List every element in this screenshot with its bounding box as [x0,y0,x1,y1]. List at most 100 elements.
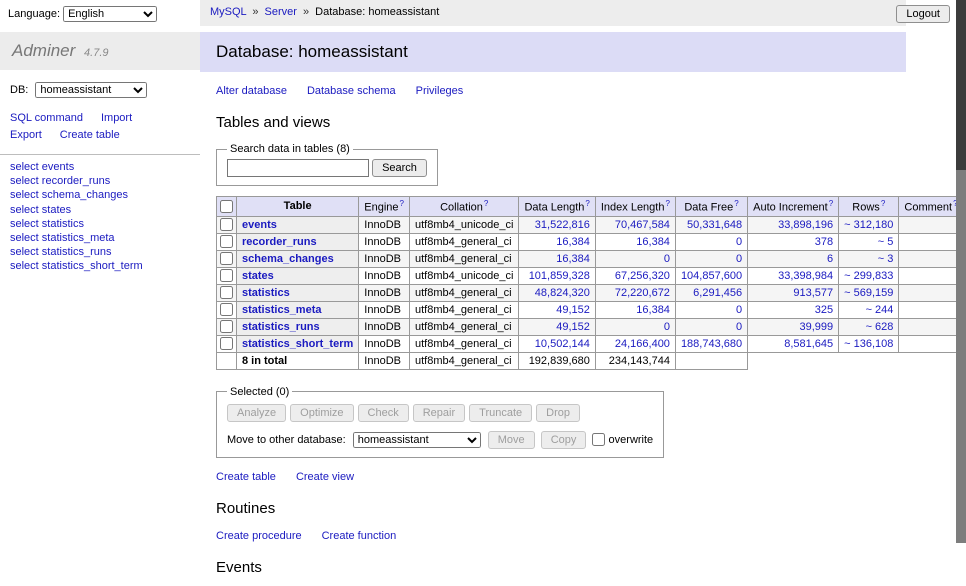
create-procedure-link[interactable]: Create procedure [216,530,302,542]
breadcrumb-server-link[interactable]: Server [265,6,297,18]
select-statistics-link[interactable]: select statistics [10,218,190,231]
database-schema-link[interactable]: Database schema [307,85,396,97]
cell-index-length: 70,467,584 [595,216,675,233]
check-button[interactable]: Check [358,404,409,422]
cell-data-free: 104,857,600 [675,267,747,284]
select-states-link[interactable]: select states [10,204,190,217]
logout-button[interactable]: Logout [896,5,950,23]
row-select-cell [217,250,237,267]
export-link[interactable]: Export [10,129,42,141]
table-name-link[interactable]: schema_changes [242,253,334,265]
copy-button[interactable]: Copy [541,431,587,449]
table-row: statesInnoDButf8mb4_unicode_ci101,859,32… [217,267,964,284]
cell-data-length: 10,502,144 [519,335,595,352]
table-name-link[interactable]: statistics [242,287,290,299]
create-function-link[interactable]: Create function [322,530,397,542]
drop-button[interactable]: Drop [536,404,580,422]
cell-collation: utf8mb4_unicode_ci [410,216,519,233]
column-header-comment: Comment? [899,197,963,217]
import-link[interactable]: Import [101,112,132,124]
scrollbar-thumb[interactable] [956,0,966,170]
totals-collation: utf8mb4_general_ci [410,352,519,369]
privileges-link[interactable]: Privileges [416,85,464,97]
create-table-link[interactable]: Create table [60,129,120,141]
column-help-link[interactable]: ? [585,199,589,208]
row-checkbox[interactable] [220,218,233,231]
alter-database-link[interactable]: Alter database [216,85,287,97]
row-select-cell [217,318,237,335]
search-button[interactable]: Search [372,159,427,177]
column-help-link[interactable]: ? [484,199,488,208]
column-help-link[interactable]: ? [400,199,404,208]
move-button[interactable]: Move [488,431,535,449]
totals-data-length: 192,839,680 [519,352,595,369]
column-help-link[interactable]: ? [881,199,885,208]
analyze-button[interactable]: Analyze [227,404,286,422]
tables-foot: 8 in totalInnoDButf8mb4_general_ci192,83… [217,352,964,369]
row-checkbox[interactable] [220,252,233,265]
select-schema-changes-link[interactable]: select schema_changes [10,189,190,202]
table-name-link[interactable]: statistics_runs [242,321,320,333]
tables-table: TableEngine?Collation?Data Length?Index … [216,196,964,370]
create-table-link[interactable]: Create table [216,471,276,483]
cell-comment [899,284,963,301]
language-bar: Language: English [0,0,200,28]
select-statistics-runs-link[interactable]: select statistics_runs [10,246,190,259]
column-header-index-length: Index Length? [595,197,675,217]
row-checkbox[interactable] [220,269,233,282]
table-name-cell: statistics_runs [237,318,359,335]
app-title-link[interactable]: Adminer [12,41,75,60]
move-label: Move to other database: [227,434,346,446]
table-row: eventsInnoDButf8mb4_unicode_ci31,522,816… [217,216,964,233]
optimize-button[interactable]: Optimize [290,404,353,422]
move-db-select[interactable]: homeassistant [353,432,481,448]
table-name-link[interactable]: statistics_short_term [242,338,353,350]
column-help-link[interactable]: ? [734,199,738,208]
db-select[interactable]: homeassistant [35,82,147,98]
select-statistics-short-term-link[interactable]: select statistics_short_term [10,260,190,273]
select-all-checkbox[interactable] [220,200,233,213]
table-name-link[interactable]: statistics_meta [242,304,322,316]
truncate-button[interactable]: Truncate [469,404,532,422]
cell-rows: ~ 5 [839,233,899,250]
table-row: statistics_metaInnoDButf8mb4_general_ci4… [217,301,964,318]
table-name-link[interactable]: recorder_runs [242,236,317,248]
column-help-link[interactable]: ? [829,199,833,208]
row-checkbox[interactable] [220,320,233,333]
cell-engine: InnoDB [359,216,410,233]
cell-index-length: 72,220,672 [595,284,675,301]
table-name-link[interactable]: states [242,270,274,282]
search-input[interactable] [227,159,369,177]
breadcrumb-mysql-link[interactable]: MySQL [210,6,246,18]
select-recorder-runs-link[interactable]: select recorder_runs [10,175,190,188]
create-view-link[interactable]: Create view [296,471,354,483]
column-help-link[interactable]: ? [665,199,669,208]
select-events-link[interactable]: select events [10,161,190,174]
select-statistics-meta-link[interactable]: select statistics_meta [10,232,190,245]
row-checkbox[interactable] [220,337,233,350]
table-row: statistics_short_termInnoDButf8mb4_gener… [217,335,964,352]
breadcrumb: MySQL » Server » Database: homeassistant [200,0,906,26]
column-header-engine: Engine? [359,197,410,217]
cell-data-free: 0 [675,301,747,318]
cell-rows: ~ 136,108 [839,335,899,352]
row-checkbox[interactable] [220,235,233,248]
row-select-cell [217,284,237,301]
table-name-link[interactable]: events [242,219,277,231]
cell-comment [899,250,963,267]
overwrite-checkbox[interactable] [592,433,605,446]
language-select[interactable]: English [63,6,157,22]
scrollbar[interactable] [956,0,966,543]
cell-data-length: 16,384 [519,250,595,267]
totals-data-free [675,352,747,369]
sql-command-link[interactable]: SQL command [10,112,83,124]
totals-index-length: 234,143,744 [595,352,675,369]
cell-auto-increment: 33,398,984 [748,267,839,284]
row-checkbox[interactable] [220,303,233,316]
cell-auto-increment: 6 [748,250,839,267]
totals-label: 8 in total [237,352,359,369]
table-name-cell: events [237,216,359,233]
cell-collation: utf8mb4_general_ci [410,284,519,301]
repair-button[interactable]: Repair [413,404,465,422]
row-checkbox[interactable] [220,286,233,299]
